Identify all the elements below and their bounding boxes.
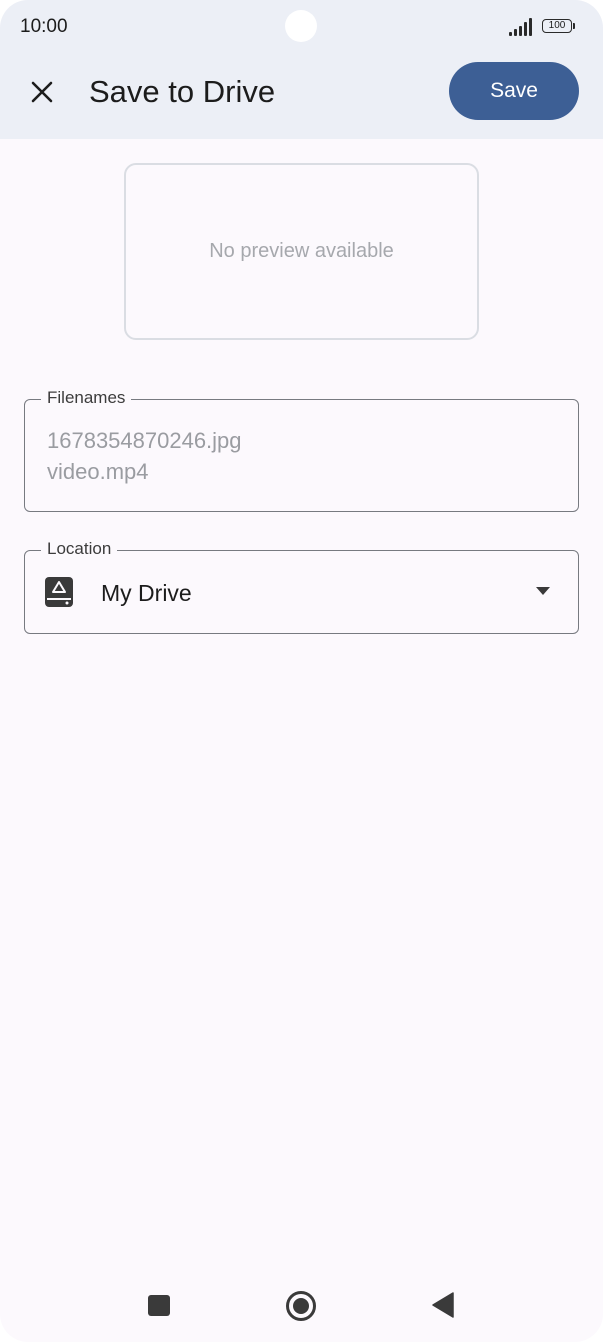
top-bar: 10:00 100 Save to Drive Save — [0, 0, 603, 139]
chevron-down-icon — [536, 587, 550, 595]
filename-item: 1678354870246.jpg — [47, 428, 242, 453]
close-button[interactable] — [22, 72, 62, 112]
my-drive-icon — [45, 577, 73, 607]
signal-icon — [509, 18, 532, 36]
recents-button[interactable] — [148, 1295, 170, 1316]
home-button[interactable] — [285, 1290, 317, 1322]
screen: 10:00 100 Save to Drive Save No preview … — [0, 0, 603, 1342]
filename-item: video.mp4 — [47, 459, 149, 484]
status-time: 10:00 — [20, 16, 68, 37]
back-button[interactable] — [431, 1292, 455, 1318]
close-icon — [31, 81, 53, 103]
filenames-label: Filenames — [41, 387, 132, 409]
preview-message: No preview available — [209, 240, 394, 262]
location-label: Location — [41, 538, 118, 560]
battery-icon: 100 — [542, 19, 576, 35]
page-title: Save to Drive — [89, 74, 276, 109]
battery-level: 100 — [542, 19, 572, 33]
location-dropdown[interactable]: Location My Drive — [24, 538, 579, 634]
file-preview: No preview available — [124, 163, 479, 340]
front-camera — [285, 10, 317, 42]
location-value: My Drive — [101, 580, 192, 606]
save-button[interactable]: Save — [449, 62, 579, 120]
filenames-field[interactable]: Filenames 1678354870246.jpg video.mp4 — [24, 387, 579, 512]
